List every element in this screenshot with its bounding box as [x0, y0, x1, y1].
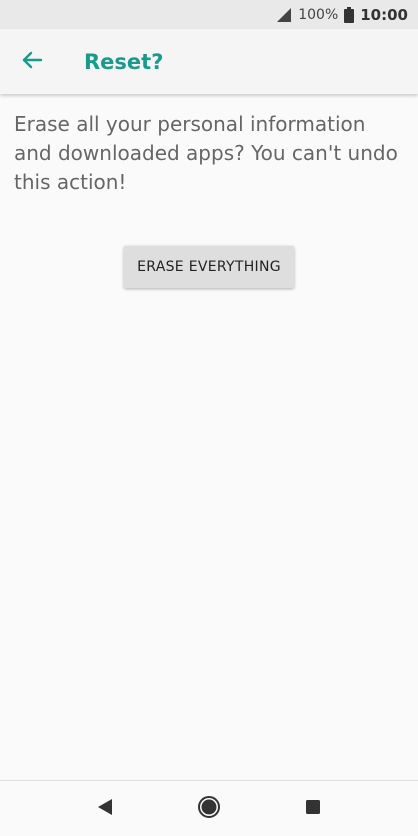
battery-icon [344, 6, 355, 23]
navigation-bar [0, 780, 418, 836]
nav-recents-button[interactable] [299, 795, 327, 823]
status-bar: 100% 10:00 [0, 0, 418, 29]
nav-back-icon [96, 798, 114, 820]
nav-recents-icon [305, 799, 321, 819]
erase-everything-button[interactable]: ERASE EVERYTHING [124, 246, 294, 288]
nav-back-button[interactable] [91, 795, 119, 823]
nav-home-button[interactable] [195, 795, 223, 823]
reset-warning-message: Erase all your personal information and … [14, 112, 398, 194]
page-title: Reset? [84, 49, 164, 74]
signal-icon [276, 7, 292, 23]
back-button[interactable] [4, 34, 60, 90]
app-bar: Reset? [0, 29, 418, 94]
reset-screen: 100% 10:00 Reset? Erase all your persona… [0, 0, 418, 836]
clock: 10:00 [360, 5, 408, 24]
battery-percent: 100% [298, 6, 339, 23]
nav-home-icon [197, 795, 221, 823]
back-arrow-icon [21, 49, 43, 75]
